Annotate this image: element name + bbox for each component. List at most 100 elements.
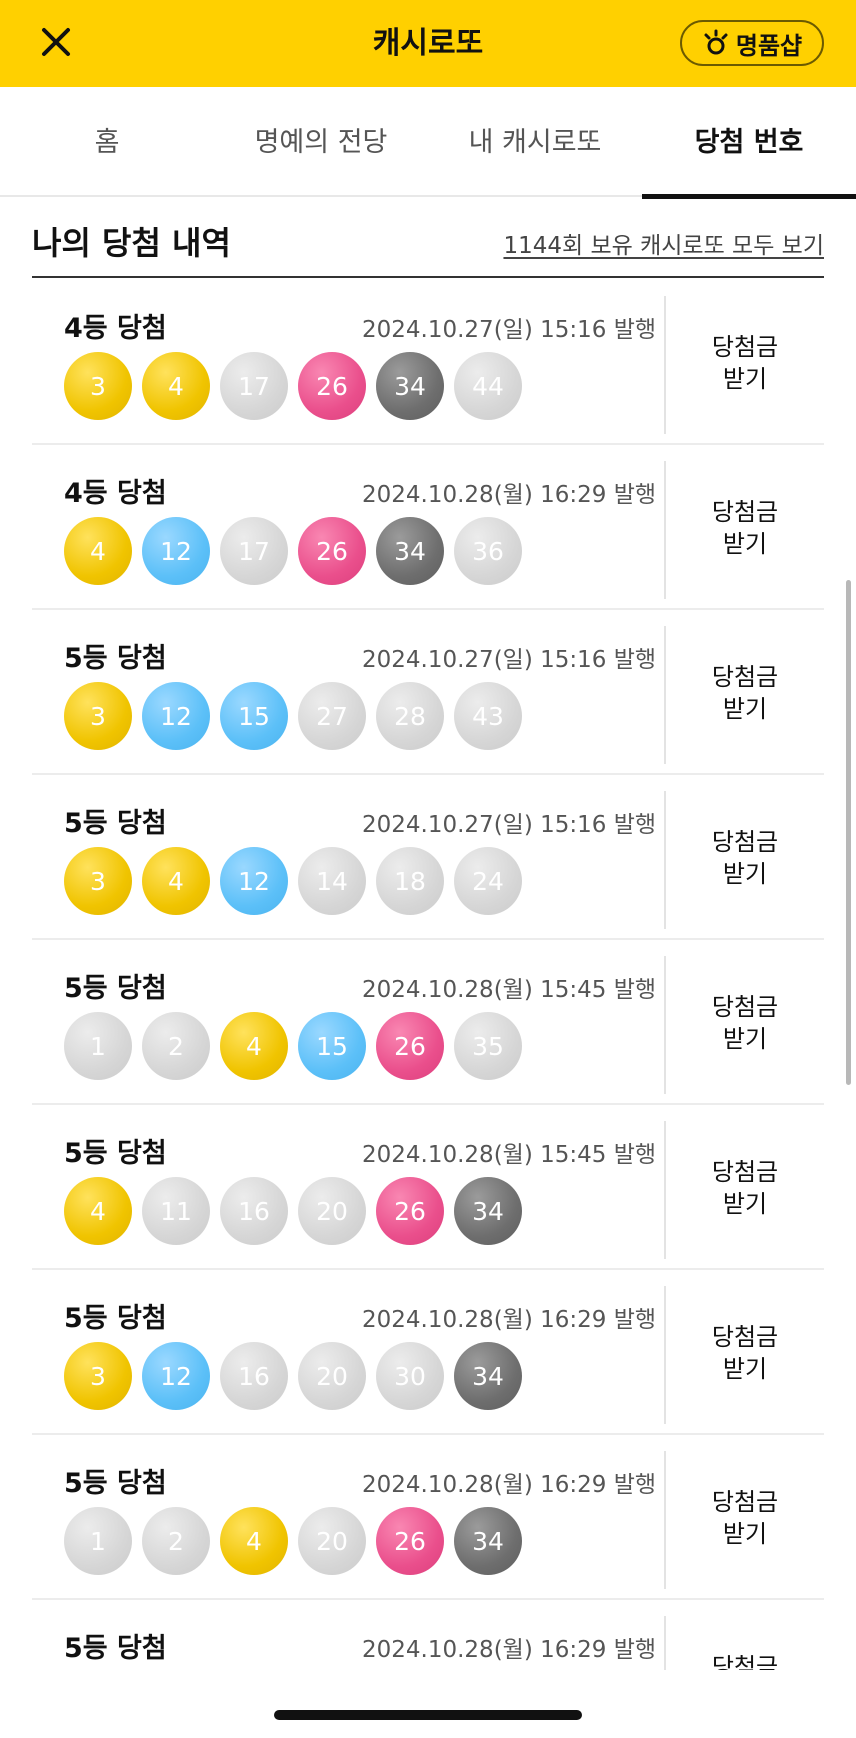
win-row: 5등 당첨 2024.10.27(일) 15:16 발행 3 4 12 14 18 24 당첨금… [32, 775, 824, 940]
issue-date: 2024.10.28(월) 16:29 발행 [362, 1472, 657, 1498]
lotto-balls: 3 12 16 20 30 34 [64, 1342, 522, 1410]
close-button[interactable] [36, 22, 76, 62]
lotto-ball: 34 [454, 1342, 522, 1410]
issue-date: 2024.10.28(월) 16:29 발행 [362, 1637, 657, 1663]
issue-date: 2024.10.27(일) 15:16 발행 [362, 317, 657, 343]
claim-prize-button[interactable]: 당첨금 받기 [666, 280, 824, 445]
claim-prize-button[interactable]: 당첨금 받기 [666, 610, 824, 775]
lotto-balls: 1 2 4 15 26 35 [64, 1012, 522, 1080]
lotto-ball: 28 [376, 682, 444, 750]
lotto-ball: 4 [142, 352, 210, 420]
claim-prize-button[interactable]: 당첨금 받기 [666, 445, 824, 610]
lotto-ball: 34 [454, 1507, 522, 1575]
win-rank: 5등 당첨 [64, 808, 167, 839]
tab-hall-of-fame[interactable]: 명예의 전당 [214, 87, 428, 197]
claim-prize-button[interactable]: 당첨금 받기 [666, 1600, 824, 1671]
lotto-ball: 16 [220, 1342, 288, 1410]
issue-date: 2024.10.28(월) 16:29 발행 [362, 482, 657, 508]
lotto-balls: 1 2 4 20 26 34 [64, 1507, 522, 1575]
lotto-ball: 26 [376, 1177, 444, 1245]
win-rank: 5등 당첨 [64, 1138, 167, 1169]
lotto-ball: 24 [454, 847, 522, 915]
lotto-ball: 26 [298, 352, 366, 420]
win-rank: 5등 당첨 [64, 1303, 167, 1334]
win-row: 4등 당첨 2024.10.28(월) 16:29 발행 4 12 17 26 34 36 당첨… [32, 445, 824, 610]
lotto-ball: 12 [142, 682, 210, 750]
issue-date: 2024.10.27(일) 15:16 발행 [362, 647, 657, 673]
lotto-ball: 20 [298, 1177, 366, 1245]
lotto-ball: 3 [64, 1342, 132, 1410]
claim-prize-button[interactable]: 당첨금 받기 [666, 775, 824, 940]
lotto-balls: 3 12 15 27 28 43 [64, 682, 522, 750]
claim-prize-button[interactable]: 당첨금 받기 [666, 1270, 824, 1435]
lotto-ball: 2 [142, 1012, 210, 1080]
win-rank: 5등 당첨 [64, 973, 167, 1004]
issue-date: 2024.10.28(월) 15:45 발행 [362, 1142, 657, 1168]
lotto-balls: 3 4 12 14 18 24 [64, 847, 522, 915]
lotto-ball: 36 [454, 517, 522, 585]
lotto-balls: 4 12 17 26 34 36 [64, 517, 522, 585]
sun-icon [704, 29, 728, 55]
tab-winning-numbers[interactable]: 당첨 번호 [642, 87, 856, 199]
win-row: 5등 당첨 2024.10.28(월) 16:29 발행 1 2 4 20 26 34 당첨금 … [32, 1435, 824, 1600]
lotto-ball: 1 [64, 1507, 132, 1575]
lotto-ball: 3 [64, 847, 132, 915]
top-header: 캐시로또 명품샵 [0, 0, 856, 87]
lotto-ball: 20 [298, 1342, 366, 1410]
issue-date: 2024.10.28(월) 15:45 발행 [362, 977, 657, 1003]
win-history-list: 4등 당첨 2024.10.27(일) 15:16 발행 3 4 17 26 34 44 당첨금… [32, 280, 824, 1670]
win-row: 5등 당첨 2024.10.27(일) 15:16 발행 3 12 15 27 28 43 당첨… [32, 610, 824, 775]
win-row: 5등 당첨 2024.10.28(월) 16:29 발행 3 12 16 20 30 34 당첨… [32, 1270, 824, 1435]
lotto-ball: 2 [142, 1507, 210, 1575]
win-rank: 5등 당첨 [64, 1468, 167, 1499]
lotto-ball: 26 [298, 517, 366, 585]
win-rank: 4등 당첨 [64, 313, 167, 344]
lotto-ball: 30 [376, 1342, 444, 1410]
tab-home[interactable]: 홈 [0, 87, 214, 197]
shop-label: 명품샵 [735, 31, 803, 60]
lotto-ball: 11 [142, 1177, 210, 1245]
issue-date: 2024.10.28(월) 16:29 발행 [362, 1307, 657, 1333]
tab-my-cashlotto[interactable]: 내 캐시로또 [428, 87, 642, 197]
view-all-link[interactable]: 1144회 보유 캐시로또 모두 보기 [503, 226, 824, 260]
lotto-ball: 4 [64, 1177, 132, 1245]
lotto-ball: 12 [142, 517, 210, 585]
win-row: 5등 당첨 2024.10.28(월) 16:29 발행 당첨금 받기 [32, 1600, 824, 1670]
issue-date: 2024.10.27(일) 15:16 발행 [362, 812, 657, 838]
lotto-ball: 4 [64, 517, 132, 585]
lotto-ball: 44 [454, 352, 522, 420]
lotto-ball: 35 [454, 1012, 522, 1080]
lotto-ball: 3 [64, 352, 132, 420]
lotto-ball: 34 [454, 1177, 522, 1245]
shop-button[interactable]: 명품샵 [680, 20, 824, 66]
lotto-ball: 12 [220, 847, 288, 915]
claim-prize-button[interactable]: 당첨금 받기 [666, 1105, 824, 1270]
section-header: 나의 당첨 내역 1144회 보유 캐시로또 모두 보기 [32, 198, 824, 278]
lotto-ball: 27 [298, 682, 366, 750]
win-rank: 4등 당첨 [64, 478, 167, 509]
close-icon [42, 28, 70, 56]
lotto-ball: 16 [220, 1177, 288, 1245]
lotto-ball: 26 [376, 1507, 444, 1575]
lotto-ball: 4 [220, 1012, 288, 1080]
claim-prize-button[interactable]: 당첨금 받기 [666, 940, 824, 1105]
lotto-ball: 14 [298, 847, 366, 915]
lotto-ball: 17 [220, 352, 288, 420]
claim-prize-button[interactable]: 당첨금 받기 [666, 1435, 824, 1600]
lotto-balls: 3 4 17 26 34 44 [64, 352, 522, 420]
scrollbar[interactable] [846, 580, 851, 1085]
app-root: 캐시로또 명품샵 홈 명예의 전당 내 캐시로또 당첨 번호 나의 당첨 내역 … [0, 0, 856, 1738]
lotto-ball: 3 [64, 682, 132, 750]
section-title: 나의 당첨 내역 [32, 224, 231, 262]
home-indicator [274, 1710, 582, 1720]
lotto-ball: 12 [142, 1342, 210, 1410]
lotto-ball: 34 [376, 517, 444, 585]
lotto-ball: 15 [220, 682, 288, 750]
lotto-ball: 18 [376, 847, 444, 915]
tab-bar: 홈 명예의 전당 내 캐시로또 당첨 번호 [0, 87, 856, 199]
win-rank: 5등 당첨 [64, 643, 167, 674]
win-row: 4등 당첨 2024.10.27(일) 15:16 발행 3 4 17 26 34 44 당첨금… [32, 280, 824, 445]
lotto-ball: 20 [298, 1507, 366, 1575]
lotto-ball: 26 [376, 1012, 444, 1080]
lotto-balls: 4 11 16 20 26 34 [64, 1177, 522, 1245]
